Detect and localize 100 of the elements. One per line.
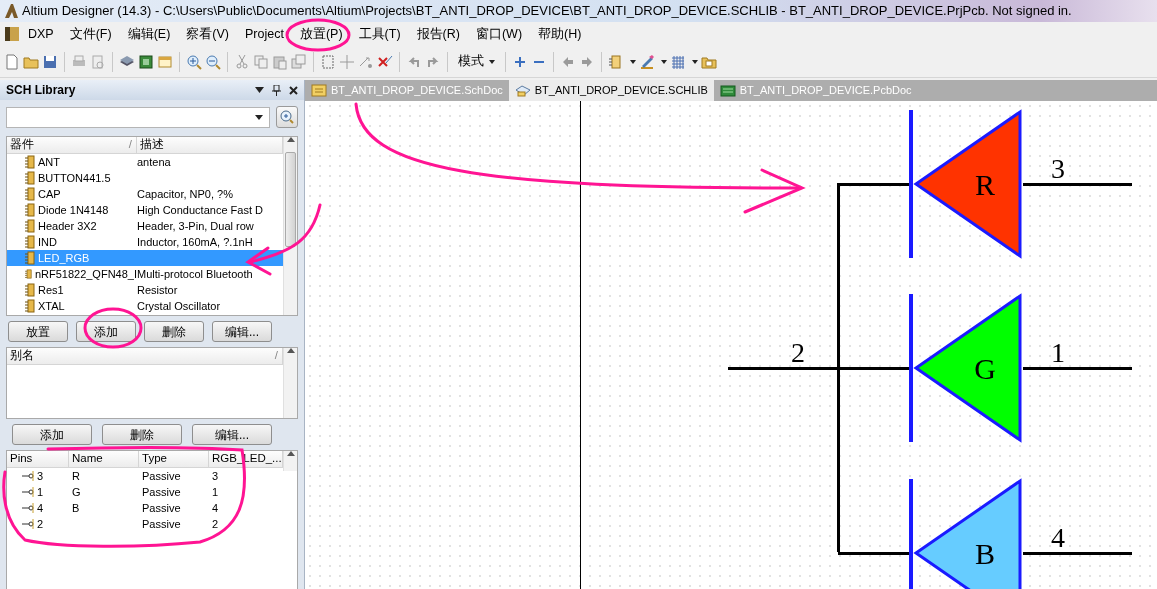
component-button[interactable]: 删除 xyxy=(144,321,204,342)
menu-item[interactable]: 窗口(W) xyxy=(467,24,531,44)
component-button[interactable]: 编辑... xyxy=(212,321,272,342)
vertical-scrollbar[interactable] xyxy=(283,348,297,418)
component-name: XTAL xyxy=(38,298,65,314)
pin-name: B xyxy=(72,501,80,514)
alias-button[interactable]: 编辑... xyxy=(192,424,272,445)
component-row[interactable]: nRF51822_QFN48_IMulti-protocol Bluetooth xyxy=(7,266,283,282)
component-description: Inductor, 160mA, ?.1nH xyxy=(137,234,253,250)
diode-triangle[interactable] xyxy=(913,478,1022,589)
pin-number: 4 xyxy=(1051,522,1065,553)
dxp-logo-icon[interactable] xyxy=(4,26,20,42)
menu-item[interactable]: 察看(V) xyxy=(178,24,237,44)
menu-item[interactable]: 帮助(H) xyxy=(530,24,590,44)
document-tab[interactable]: BT_ANTI_DROP_DEVICE.SCHLIB xyxy=(508,80,714,101)
zoom-in-icon[interactable] xyxy=(186,53,202,70)
component-name: LED_RGB xyxy=(38,250,90,266)
component-icon xyxy=(25,171,35,185)
vertical-scrollbar[interactable] xyxy=(283,451,297,471)
move-icon[interactable] xyxy=(339,53,355,70)
close-icon[interactable] xyxy=(289,85,298,95)
component-name: IND xyxy=(38,234,57,250)
component-row[interactable]: IND Inductor, 160mA, ?.1nH xyxy=(7,234,283,250)
vertical-scrollbar[interactable] xyxy=(283,137,297,315)
component-button[interactable]: 放置 xyxy=(8,321,68,342)
pin-icon[interactable] xyxy=(272,84,281,96)
alias-button[interactable]: 添加 xyxy=(12,424,92,445)
scroll-thumb[interactable] xyxy=(285,152,296,247)
component-description: Resistor xyxy=(137,282,178,298)
component-name: CAP xyxy=(38,186,61,202)
menu-item[interactable]: 文件(F) xyxy=(61,24,120,44)
menu-item[interactable]: 放置(P) xyxy=(291,24,351,44)
board-icon[interactable] xyxy=(138,53,154,70)
app-logo-icon xyxy=(3,3,19,19)
panel-menu-icon[interactable] xyxy=(255,87,264,93)
component-name: nRF51822_QFN48_I xyxy=(34,266,137,282)
new-document-icon[interactable] xyxy=(4,53,20,70)
diode-triangle[interactable] xyxy=(913,109,1022,259)
zoom-out-icon[interactable] xyxy=(205,53,221,70)
pin-name: G xyxy=(72,485,81,498)
component-button[interactable]: 添加 xyxy=(76,321,136,342)
column-header[interactable]: 器件 / xyxy=(7,137,137,153)
component-row[interactable]: Diode 1N4148 High Conductance Fast D xyxy=(7,202,283,218)
component-name: ANT xyxy=(38,154,60,170)
column-header[interactable]: Pins xyxy=(7,451,69,467)
sort-mark: / xyxy=(274,348,278,364)
component-icon xyxy=(25,299,35,313)
diode-label: G xyxy=(974,352,996,385)
print-preview-icon[interactable] xyxy=(90,53,106,70)
save-icon[interactable] xyxy=(42,53,58,70)
column-header[interactable]: Name xyxy=(69,451,139,467)
selection-rectangle-icon[interactable] xyxy=(320,53,336,70)
component-row[interactable]: Res1 Resistor xyxy=(7,282,283,298)
pin-symbol-icon xyxy=(22,487,34,497)
dropdown-arrow-icon[interactable] xyxy=(630,59,636,64)
menu-item[interactable]: 工具(T) xyxy=(350,24,409,44)
menu-item[interactable]: Project xyxy=(237,24,292,44)
paste-array-icon[interactable] xyxy=(291,53,307,70)
component-icon xyxy=(25,187,35,201)
pin-designator: 2 xyxy=(212,517,219,530)
paste-icon[interactable] xyxy=(272,53,288,70)
pin-number: 3 xyxy=(37,468,44,484)
component-row[interactable]: Header 3X2 Header, 3-Pin, Dual row xyxy=(7,218,283,234)
component-name: Header 3X2 xyxy=(38,218,97,234)
dropdown-arrow-icon[interactable] xyxy=(661,59,667,64)
component-description: High Conductance Fast D xyxy=(137,202,263,218)
menu-item[interactable]: 报告(R) xyxy=(408,24,468,44)
pin-number: 2 xyxy=(791,337,805,368)
magnifier-button[interactable] xyxy=(276,106,298,128)
copy-icon[interactable] xyxy=(253,53,269,70)
pin-type: Passive xyxy=(142,517,181,530)
scroll-up-arrow-icon[interactable] xyxy=(286,451,295,456)
component-row[interactable]: ANT antena xyxy=(7,154,283,170)
annotation-ellipse xyxy=(285,18,351,52)
pin-number: 4 xyxy=(37,500,44,516)
component-icon[interactable] xyxy=(608,53,624,70)
diode-label: B xyxy=(975,537,995,570)
component-name: Diode 1N4148 xyxy=(38,202,109,218)
cut-icon[interactable] xyxy=(234,53,250,70)
pencil-icon[interactable] xyxy=(639,53,655,70)
component-row[interactable]: XTAL Crystal Oscillator xyxy=(7,298,283,314)
menu-item[interactable]: 编辑(E) xyxy=(119,24,179,44)
document-icon xyxy=(719,82,736,99)
component-icon xyxy=(25,251,35,265)
dropdown-arrow-icon[interactable] xyxy=(255,114,263,120)
component-row[interactable]: BUTTON441.5 xyxy=(7,170,283,186)
mode-dropdown[interactable]: 模式 xyxy=(454,52,499,71)
component-description: Header, 3-Pin, Dual row xyxy=(137,218,254,234)
menu-item[interactable]: DXP xyxy=(20,24,62,44)
diode-triangle[interactable] xyxy=(913,293,1022,443)
pin-type: Passive xyxy=(142,485,181,498)
filter-field[interactable] xyxy=(6,106,270,128)
pin-designator: 3 xyxy=(212,469,219,482)
scroll-up-arrow-icon[interactable] xyxy=(286,348,295,353)
component-row[interactable]: CAP Capacitor, NP0, ?% xyxy=(7,186,283,202)
component-icon xyxy=(25,267,32,281)
scroll-up-arrow-icon[interactable] xyxy=(286,137,295,142)
column-header[interactable]: Type xyxy=(139,451,209,467)
sort-mark: / xyxy=(128,137,132,153)
alias-button[interactable]: 删除 xyxy=(102,424,182,445)
